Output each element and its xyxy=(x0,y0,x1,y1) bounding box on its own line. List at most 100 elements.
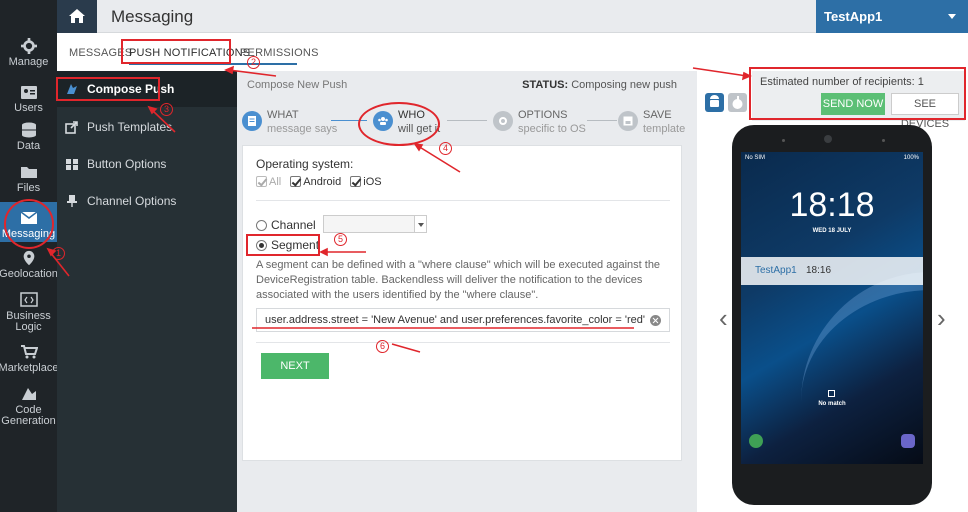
nav-manage[interactable]: Manage xyxy=(0,38,57,72)
os-all-checkbox[interactable] xyxy=(256,176,267,187)
segment-description: A segment can be defined with a "where c… xyxy=(256,259,661,301)
lock-time: 18:18 xyxy=(789,186,875,224)
annotation-segment-box xyxy=(246,234,320,256)
phone-sensor xyxy=(782,139,785,142)
step-save-title: SAVE xyxy=(643,109,672,121)
step-what-icon[interactable] xyxy=(242,111,262,131)
lock-icon xyxy=(828,390,835,397)
step-connector xyxy=(587,120,617,121)
nav-business-logic-label-2: Logic xyxy=(15,321,42,333)
nav-business-logic[interactable]: Business Logic xyxy=(0,292,57,333)
annotation-number-2: 2 xyxy=(247,56,260,69)
menu-channel-options[interactable]: Channel Options xyxy=(57,183,237,219)
camera-icon xyxy=(901,434,915,448)
step-connector xyxy=(447,120,487,121)
step-options-subtitle: specific to OS xyxy=(518,123,586,135)
phone-call-icon xyxy=(749,434,763,448)
nav-users[interactable]: Users xyxy=(0,84,57,114)
compose-status: STATUS: Composing new push xyxy=(522,79,677,91)
channel-option[interactable]: Channel xyxy=(256,218,316,232)
channel-radio[interactable] xyxy=(256,220,267,231)
os-all-label: All xyxy=(269,176,282,188)
app-selector-label: TestApp1 xyxy=(824,9,883,24)
nav-manage-label: Manage xyxy=(8,56,49,68)
database-icon xyxy=(21,122,36,138)
top-bar: Messaging TestApp1 xyxy=(57,0,968,33)
chevron-left-icon[interactable]: ‹ xyxy=(719,303,728,334)
nav-data-label: Data xyxy=(16,140,41,152)
apple-icon xyxy=(732,96,743,109)
chevron-down-icon xyxy=(414,216,426,232)
channel-select[interactable] xyxy=(323,215,427,233)
divider xyxy=(256,342,670,343)
nav-files[interactable]: Files xyxy=(0,164,57,196)
annotation-compose-box xyxy=(56,77,160,101)
phone-sensor xyxy=(882,139,885,142)
chevron-down-icon xyxy=(948,14,956,19)
next-button[interactable]: NEXT xyxy=(261,353,329,379)
annotation-who-circle xyxy=(358,102,440,146)
folder-icon xyxy=(20,167,37,178)
annotation-number-3: 3 xyxy=(160,103,173,116)
phone-screen: No SIM 100% 18:18 WED 18 JULY TestApp1 1… xyxy=(741,152,923,464)
ios-tab[interactable] xyxy=(728,93,747,112)
code-icon xyxy=(19,292,38,307)
compose-header: Compose New Push xyxy=(247,79,348,91)
nav-users-label: Users xyxy=(14,102,43,114)
step-options-title: OPTIONS xyxy=(518,109,568,121)
gear-icon xyxy=(20,38,37,54)
home-button[interactable] xyxy=(57,0,97,33)
annotation-tab-box xyxy=(121,39,231,64)
nav-code-generation[interactable]: Code Generation xyxy=(0,386,57,427)
os-label: Operating system: xyxy=(256,157,354,171)
menu-button-options-label: Button Options xyxy=(87,157,167,171)
step-save-icon[interactable] xyxy=(618,111,638,131)
os-ios-checkbox[interactable] xyxy=(350,176,362,187)
share-icon xyxy=(65,121,78,134)
android-icon xyxy=(710,95,719,107)
menu-button-options[interactable]: Button Options xyxy=(57,146,237,182)
annotation-messaging-circle xyxy=(4,199,54,249)
step-save-subtitle: template xyxy=(643,123,686,135)
audience-card: Operating system: All Android iOS Channe… xyxy=(242,145,682,461)
menu-push-templates[interactable]: Push Templates xyxy=(57,109,237,145)
app-selector[interactable]: TestApp1 xyxy=(816,0,968,33)
os-android-checkbox[interactable] xyxy=(290,176,302,187)
os-ios-label: iOS xyxy=(363,176,382,188)
status-sim: No SIM xyxy=(745,155,766,161)
annotation-number-1: 1 xyxy=(52,247,65,260)
lock-message: No match xyxy=(818,401,846,407)
notification-app: TestApp1 xyxy=(755,265,797,276)
phone-preview: No SIM 100% 18:18 WED 18 JULY TestApp1 1… xyxy=(732,125,932,505)
where-clause-input[interactable]: user.address.street = 'New Avenue' and u… xyxy=(256,308,670,332)
android-tab[interactable] xyxy=(705,93,724,112)
page-title: Messaging xyxy=(111,7,194,26)
where-clause-value: user.address.street = 'New Avenue' and u… xyxy=(265,314,645,326)
cart-icon xyxy=(20,345,38,359)
nav-marketplace[interactable]: Marketplace xyxy=(0,344,58,374)
step-options-icon[interactable] xyxy=(493,111,513,131)
nav-code-generation-label-2: Generation xyxy=(1,415,56,427)
phone-camera xyxy=(824,135,832,143)
chevron-right-icon[interactable]: › xyxy=(937,303,946,334)
grid-icon xyxy=(66,159,78,170)
nav-data[interactable]: Data xyxy=(0,122,57,154)
menu-channel-options-label: Channel Options xyxy=(87,194,177,208)
pin-icon xyxy=(67,195,77,207)
lock-date: WED 18 JULY xyxy=(812,228,852,234)
nav-files-label: Files xyxy=(16,182,41,194)
main-nav-rail: Manage Users Data Files Messaging Geoloc… xyxy=(0,0,58,512)
push-side-menu: Compose Push Push Templates Button Optio… xyxy=(57,71,237,512)
nav-geolocation-label: Geolocation xyxy=(0,268,58,280)
step-what-subtitle: message says xyxy=(267,123,338,135)
annotation-number-4: 4 xyxy=(439,142,452,155)
clear-icon[interactable] xyxy=(650,315,661,326)
status-label: STATUS: xyxy=(522,79,569,91)
nav-geolocation[interactable]: Geolocation xyxy=(0,250,58,282)
channel-label: Channel xyxy=(271,218,316,232)
status-value: Composing new push xyxy=(571,79,677,91)
codegen-icon xyxy=(21,388,36,400)
step-what-title: WHAT xyxy=(267,109,299,121)
os-checkboxes: All Android iOS xyxy=(256,176,388,188)
os-android-label: Android xyxy=(303,176,342,188)
